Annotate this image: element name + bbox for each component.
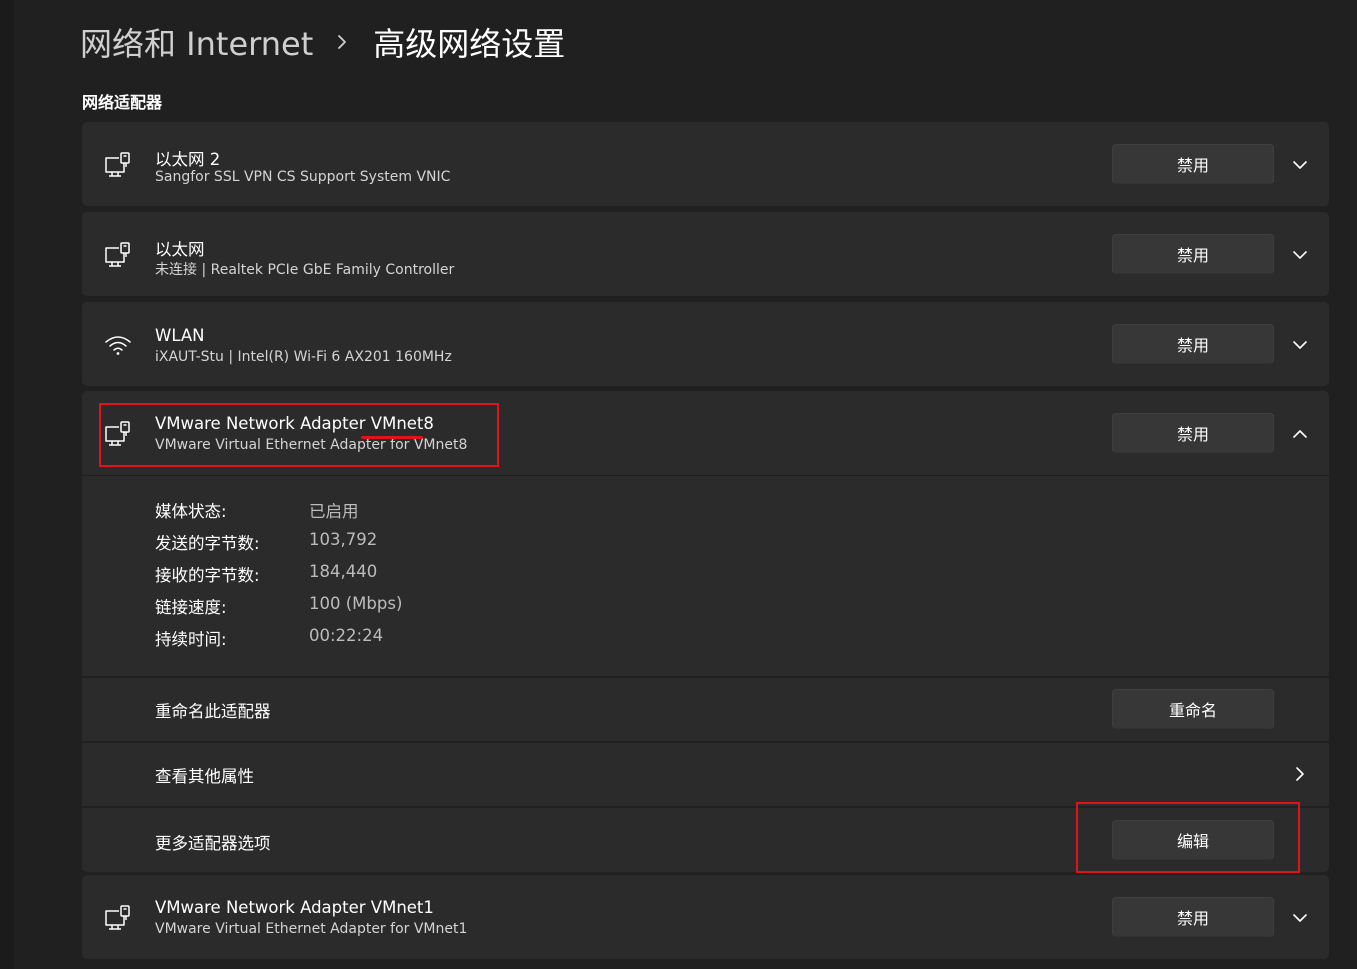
chevron-right-icon	[335, 32, 349, 52]
detail-value: 103,792	[309, 530, 378, 549]
detail-media-status: 媒体状态: 已启用	[155, 498, 359, 522]
breadcrumb-parent-link[interactable]: 网络和 Internet	[80, 19, 313, 65]
ethernet-icon	[104, 151, 132, 179]
adapter-name: VMware Network Adapter VMnet1	[155, 898, 434, 917]
detail-label: 链接速度:	[155, 598, 227, 617]
breadcrumb: 网络和 Internet 高级网络设置	[80, 18, 565, 66]
adapter-card-ethernet-2[interactable]: 以太网 2 Sangfor SSL VPN CS Support System …	[82, 122, 1329, 206]
adapter-card-ethernet[interactable]: 以太网 未连接 | Realtek PCIe GbE Family Contro…	[82, 212, 1329, 296]
disable-button[interactable]: 禁用	[1112, 234, 1274, 274]
disable-button[interactable]: 禁用	[1112, 897, 1274, 937]
rename-adapter-row: 重命名此适配器 重命名	[82, 676, 1329, 741]
adapter-name: 以太网 2	[155, 150, 221, 169]
detail-bytes-received: 接收的字节数: 184,440	[155, 562, 377, 586]
detail-value: 184,440	[309, 562, 378, 581]
ethernet-icon	[104, 241, 132, 269]
page-title: 高级网络设置	[373, 25, 566, 63]
detail-duration: 持续时间: 00:22:24	[155, 626, 383, 650]
detail-label: 媒体状态:	[155, 502, 227, 521]
disable-button[interactable]: 禁用	[1112, 144, 1274, 184]
detail-bytes-sent: 发送的字节数: 103,792	[155, 530, 377, 554]
wifi-icon	[104, 331, 132, 359]
adapter-details: 媒体状态: 已启用 发送的字节数: 103,792 接收的字节数: 184,44…	[82, 475, 1329, 676]
annotation-underline-vmnet8	[361, 436, 423, 439]
detail-value: 100 (Mbps)	[309, 594, 403, 613]
annotation-box-vmnet8	[99, 403, 499, 467]
chevron-down-icon[interactable]	[1290, 908, 1310, 928]
adapter-description: VMware Virtual Ethernet Adapter for VMne…	[155, 921, 468, 937]
chevron-down-icon[interactable]	[1290, 155, 1310, 175]
disable-button[interactable]: 禁用	[1112, 413, 1274, 453]
chevron-down-icon[interactable]	[1290, 245, 1310, 265]
window-left-edge	[0, 0, 14, 969]
adapter-card-wlan[interactable]: WLAN iXAUT-Stu | Intel(R) Wi-Fi 6 AX201 …	[82, 302, 1329, 386]
detail-value: 00:22:24	[309, 626, 384, 645]
detail-value: 已启用	[309, 502, 359, 521]
adapter-card-vmnet1[interactable]: VMware Network Adapter VMnet1 VMware Vir…	[82, 875, 1329, 959]
adapter-description: iXAUT-Stu | Intel(R) Wi-Fi 6 AX201 160MH…	[155, 349, 452, 365]
detail-label: 发送的字节数:	[155, 534, 260, 553]
detail-label: 接收的字节数:	[155, 566, 260, 585]
chevron-right-icon[interactable]	[1290, 764, 1310, 784]
adapter-description: Sangfor SSL VPN CS Support System VNIC	[155, 169, 451, 185]
detail-label: 持续时间:	[155, 630, 227, 649]
view-properties-row[interactable]: 查看其他属性	[82, 741, 1329, 806]
chevron-down-icon[interactable]	[1290, 335, 1310, 355]
section-title: 网络适配器	[82, 93, 163, 112]
rename-adapter-label: 重命名此适配器	[155, 702, 271, 721]
more-adapter-options-label: 更多适配器选项	[155, 834, 271, 853]
adapter-description: 未连接 | Realtek PCIe GbE Family Controller	[155, 262, 455, 278]
annotation-box-edit	[1076, 802, 1300, 873]
adapter-name: WLAN	[155, 326, 205, 345]
rename-button[interactable]: 重命名	[1112, 689, 1274, 729]
disable-button[interactable]: 禁用	[1112, 324, 1274, 364]
chevron-up-icon[interactable]	[1290, 424, 1310, 444]
adapter-name: 以太网	[155, 240, 205, 259]
view-properties-label: 查看其他属性	[155, 767, 254, 786]
detail-link-speed: 链接速度: 100 (Mbps)	[155, 594, 402, 618]
ethernet-icon	[104, 904, 132, 932]
